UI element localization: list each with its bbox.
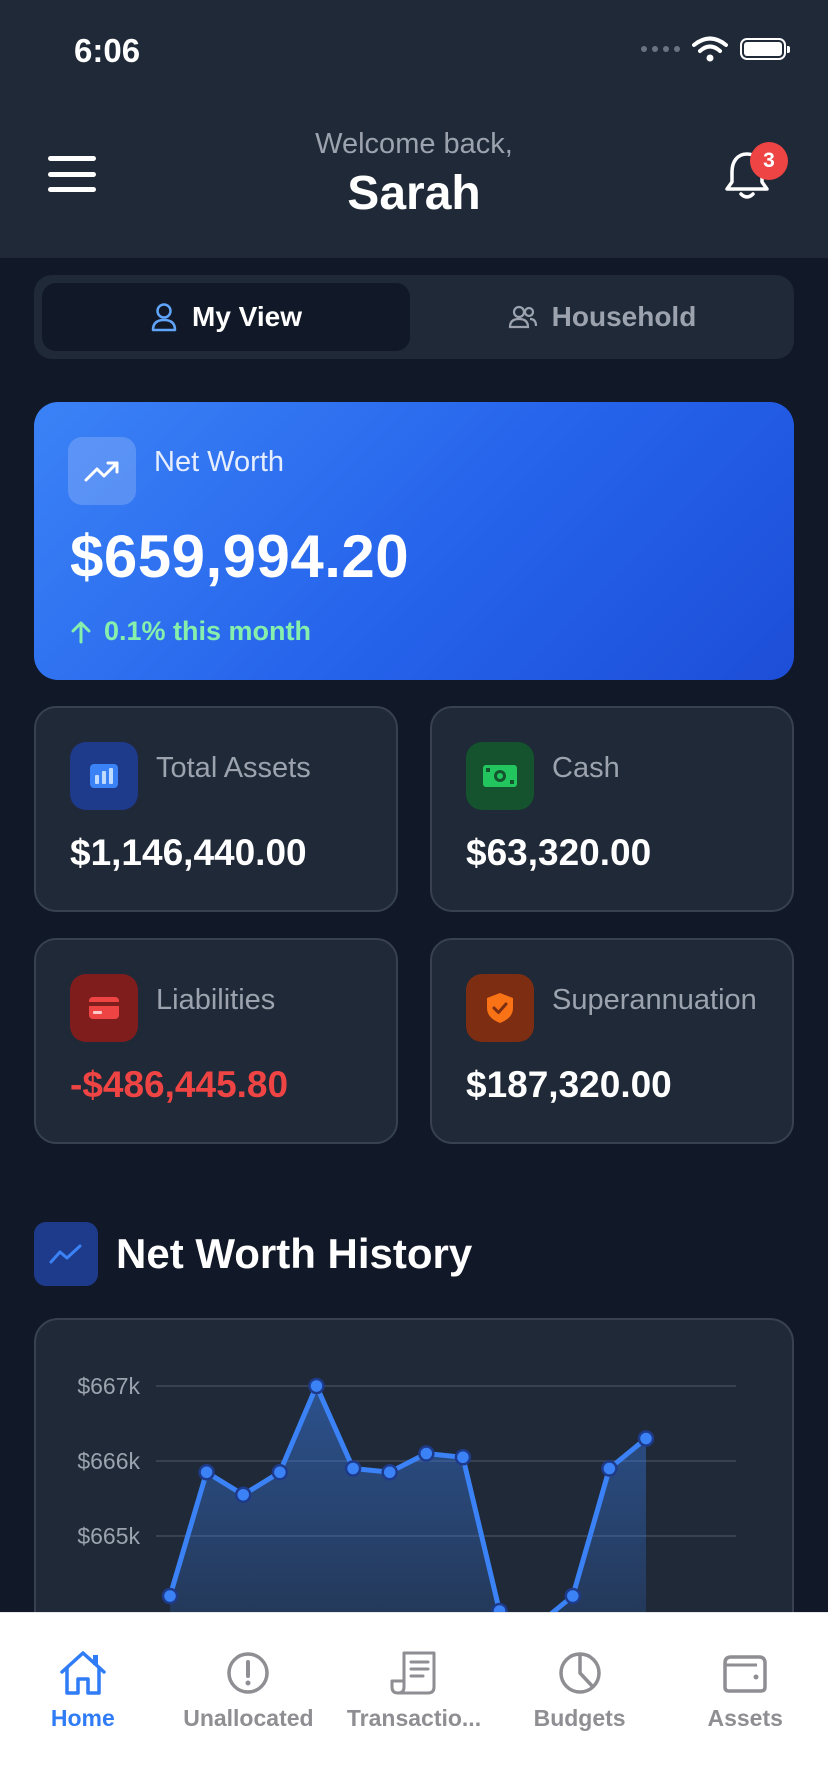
trending-up-icon xyxy=(68,437,136,505)
superannuation-label: Superannuation xyxy=(552,984,757,1016)
tab-unallocated[interactable]: Unallocated xyxy=(166,1613,332,1792)
data-point xyxy=(161,1587,179,1605)
net-worth-card[interactable]: Net Worth $659,994.20 0.1% this month xyxy=(34,402,794,680)
line-chart-icon xyxy=(34,1222,98,1286)
tab-unallocated-label: Unallocated xyxy=(183,1705,314,1731)
receipt-icon xyxy=(390,1651,436,1695)
cash-label: Cash xyxy=(552,752,620,784)
welcome-text: Welcome back, xyxy=(315,128,513,160)
tab-my-view[interactable]: My View xyxy=(42,283,410,351)
tab-assets-label: Assets xyxy=(707,1705,783,1731)
data-point xyxy=(418,1445,435,1462)
cash-icon xyxy=(466,742,534,810)
total-assets-value: $1,146,440.00 xyxy=(70,832,307,873)
user-icon xyxy=(151,303,177,332)
tab-budgets-label: Budgets xyxy=(533,1705,626,1731)
data-point xyxy=(344,1460,362,1477)
wifi-icon xyxy=(692,36,728,62)
total-assets-label: Total Assets xyxy=(156,752,311,784)
tab-transactions-label: Transactio... xyxy=(346,1705,482,1731)
net-worth-change: 0.1% this month xyxy=(70,616,311,647)
tab-budgets[interactable]: Budgets xyxy=(497,1613,663,1792)
bar-chart-icon xyxy=(70,742,138,810)
wallet-icon xyxy=(723,1655,767,1693)
status-icons xyxy=(641,36,790,62)
arrow-up-icon xyxy=(71,621,91,643)
tab-transactions[interactable]: Transactio... xyxy=(331,1613,497,1792)
y-tick-label: $666k xyxy=(77,1448,140,1474)
data-point xyxy=(637,1430,655,1447)
superannuation-card[interactable]: Superannuation $187,320.00 xyxy=(430,938,794,1144)
view-toggle: My View Household xyxy=(34,275,794,359)
users-icon xyxy=(508,305,537,329)
net-worth-value: $659,994.20 xyxy=(70,523,410,590)
cash-card[interactable]: Cash $63,320.00 xyxy=(430,706,794,912)
credit-card-icon xyxy=(70,974,138,1042)
bottom-tab-bar: Home Unallocated Transactio... Budgets A… xyxy=(0,1612,828,1792)
shield-check-icon xyxy=(466,974,534,1042)
notification-badge: 3 xyxy=(750,142,788,180)
data-point xyxy=(601,1460,618,1477)
net-worth-label: Net Worth xyxy=(154,446,285,478)
liabilities-card[interactable]: Liabilities -$486,445.80 xyxy=(34,938,398,1144)
total-assets-card[interactable]: Total Assets $1,146,440.00 xyxy=(34,706,398,912)
battery-icon xyxy=(740,38,790,60)
liabilities-value: -$486,445.80 xyxy=(70,1064,289,1105)
data-point xyxy=(308,1377,325,1395)
net-worth-change-text: 0.1% this month xyxy=(104,616,312,646)
cash-value: $63,320.00 xyxy=(466,832,652,873)
y-tick-label: $665k xyxy=(77,1523,140,1549)
y-tick-label: $667k xyxy=(77,1373,140,1399)
home-icon xyxy=(60,1651,106,1695)
tab-assets[interactable]: Assets xyxy=(662,1613,828,1792)
data-point xyxy=(198,1464,215,1481)
tab-home[interactable]: Home xyxy=(0,1613,166,1792)
tab-household[interactable]: Household xyxy=(418,283,786,351)
status-time: 6:06 xyxy=(74,32,141,69)
data-point xyxy=(564,1587,582,1605)
data-point xyxy=(454,1449,472,1466)
superannuation-value: $187,320.00 xyxy=(466,1064,672,1105)
alert-circle-icon xyxy=(227,1652,270,1694)
data-point xyxy=(271,1464,289,1481)
tab-home-label: Home xyxy=(50,1705,115,1731)
tab-household-label: Household xyxy=(551,301,697,332)
signal-icon xyxy=(641,46,680,52)
history-title: Net Worth History xyxy=(116,1230,473,1277)
liabilities-label: Liabilities xyxy=(156,984,276,1016)
user-name: Sarah xyxy=(347,167,481,220)
tab-my-view-label: My View xyxy=(192,301,302,332)
data-point xyxy=(381,1464,398,1481)
pie-chart-icon xyxy=(558,1652,601,1694)
data-point xyxy=(234,1486,252,1503)
